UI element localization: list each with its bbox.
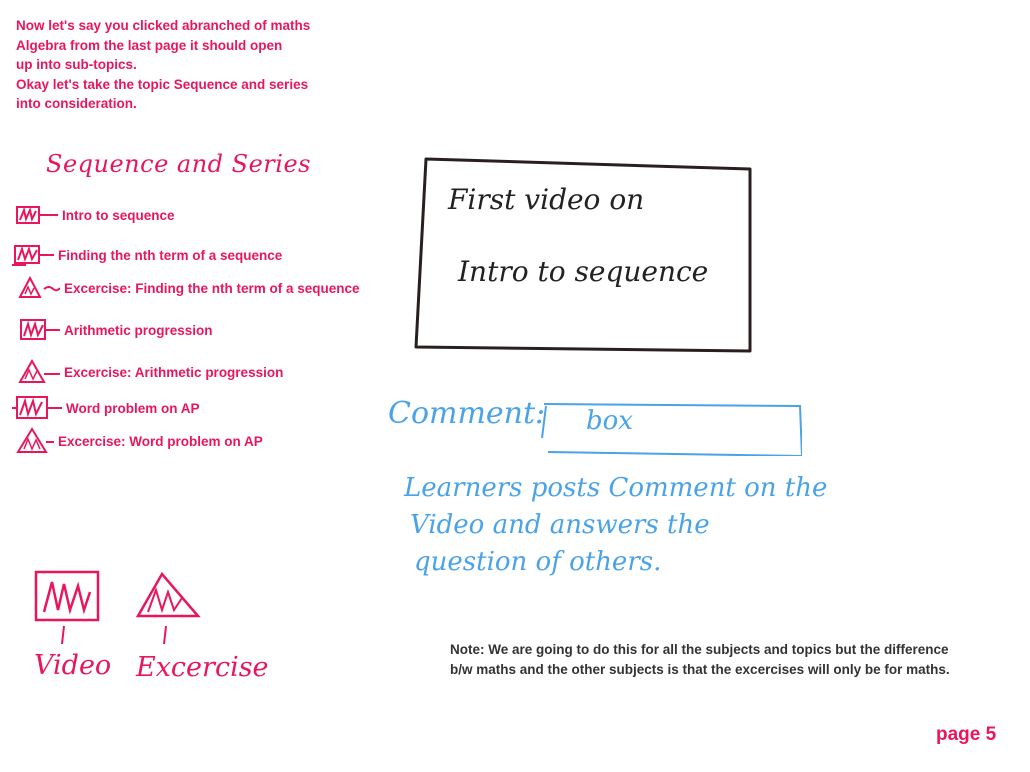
topic-label: Arithmetic progression [64, 322, 213, 338]
comment-description: Learners posts Comment on the Video and … [404, 470, 854, 581]
legend-exercise-label: Excercise [136, 652, 269, 683]
exercise-icon [18, 358, 60, 383]
intro-line: into consideration. [16, 96, 137, 111]
section-title: Sequence and Series [46, 150, 311, 178]
description-line: question of others. [414, 547, 662, 577]
video-icon [16, 206, 58, 224]
topic-label: Excercise: Finding the nth term of a seq… [64, 280, 360, 296]
video-icon [34, 570, 100, 645]
intro-line: up into sub-topics. [16, 57, 137, 72]
intro-line: Okay let's take the topic Sequence and s… [16, 76, 309, 92]
topic-label: Excercise: Word problem on AP [58, 433, 263, 449]
video-title-line2: Intro to sequence [458, 255, 709, 288]
intro-text: Now let's say you clicked abranched of m… [16, 16, 356, 114]
exercise-icon [135, 571, 201, 645]
description-line: Video and answers the [410, 510, 710, 540]
exercise-icon [16, 427, 54, 453]
intro-line: Algebra from the last page it should ope… [16, 37, 283, 53]
comment-box-frame [541, 403, 802, 456]
note-line: Note: We are going to do this for all th… [450, 642, 949, 657]
topic-label: Word problem on AP [66, 400, 200, 416]
video-icon [12, 245, 54, 266]
video-icon [12, 396, 62, 419]
topic-item[interactable]: Intro to sequence [14, 204, 175, 226]
topic-item[interactable]: Word problem on AP [12, 394, 200, 422]
note-line: b/w maths and the other subjects is that… [450, 662, 950, 677]
legend-video-label: Video [34, 650, 112, 681]
comment-input[interactable]: box [540, 402, 802, 456]
topic-item[interactable]: Finding the nth term of a sequence [12, 243, 282, 267]
topic-item[interactable]: Excercise: Word problem on AP [14, 426, 263, 456]
video-icon [20, 319, 60, 340]
note-text: Note: We are going to do this for all th… [450, 640, 1010, 680]
exercise-icon [18, 275, 60, 298]
topic-label: Finding the nth term of a sequence [58, 247, 283, 263]
comment-label: Comment: [388, 396, 546, 431]
topic-item[interactable]: Excercise: Finding the nth term of a seq… [16, 275, 360, 301]
comment-box-text: box [586, 406, 633, 436]
description-line: Learners posts Comment on the [404, 473, 828, 503]
topic-label: Intro to sequence [62, 207, 175, 223]
topic-item[interactable]: Excercise: Arithmetic progression [16, 358, 283, 386]
topic-label: Excercise: Arithmetic progression [64, 364, 284, 380]
video-title-line1: First video on [448, 183, 645, 216]
video-player[interactable]: First video on Intro to sequence [414, 157, 752, 353]
intro-line: Now let's say you clicked abranched of m… [16, 18, 311, 33]
topic-item[interactable]: Arithmetic progression [18, 317, 213, 343]
page-number: page 5 [936, 724, 997, 745]
